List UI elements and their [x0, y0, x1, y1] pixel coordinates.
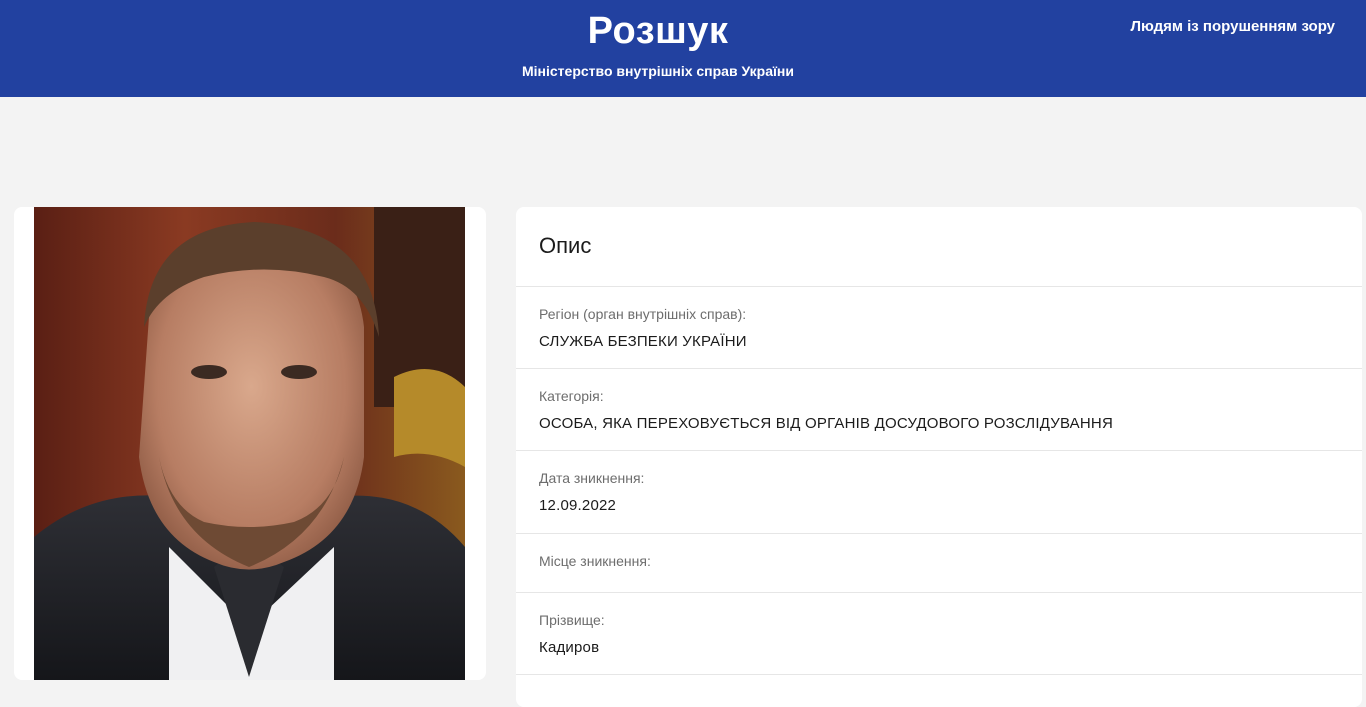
field-place-missing: Місце зникнення: — [516, 533, 1362, 593]
field-value: 12.09.2022 — [539, 497, 617, 514]
field-divider — [516, 674, 1362, 707]
field-label: Прізвище: — [539, 612, 605, 628]
field-value: ОСОБА, ЯКА ПЕРЕХОВУЄТЬСЯ ВІД ОРГАНІВ ДОС… — [539, 415, 1113, 432]
field-label: Місце зникнення: — [539, 553, 651, 569]
field-surname: Прізвище: Кадиров — [516, 592, 1362, 675]
field-date-missing: Дата зникнення: 12.09.2022 — [516, 450, 1362, 534]
site-subtitle: Міністерство внутрішніх справ України — [522, 63, 794, 79]
field-label: Дата зникнення: — [539, 470, 645, 486]
field-label: Категорія: — [539, 388, 604, 404]
field-label: Регіон (орган внутрішніх справ): — [539, 306, 747, 322]
accessibility-link[interactable]: Людям із порушенням зору — [1130, 18, 1335, 36]
field-category: Категорія: ОСОБА, ЯКА ПЕРЕХОВУЄТЬСЯ ВІД … — [516, 368, 1362, 451]
person-photo — [34, 207, 465, 680]
field-region: Регіон (орган внутрішніх справ): СЛУЖБА … — [516, 286, 1362, 369]
field-value: Кадиров — [539, 639, 600, 656]
photo-card — [14, 207, 486, 680]
site-header: Розшук Міністерство внутрішніх справ Укр… — [0, 0, 1366, 97]
description-card: Опис Регіон (орган внутрішніх справ): СЛ… — [516, 207, 1362, 707]
field-value: СЛУЖБА БЕЗПЕКИ УКРАЇНИ — [539, 333, 747, 350]
site-title[interactable]: Розшук — [0, 8, 1316, 54]
description-title: Опис — [539, 233, 592, 258]
